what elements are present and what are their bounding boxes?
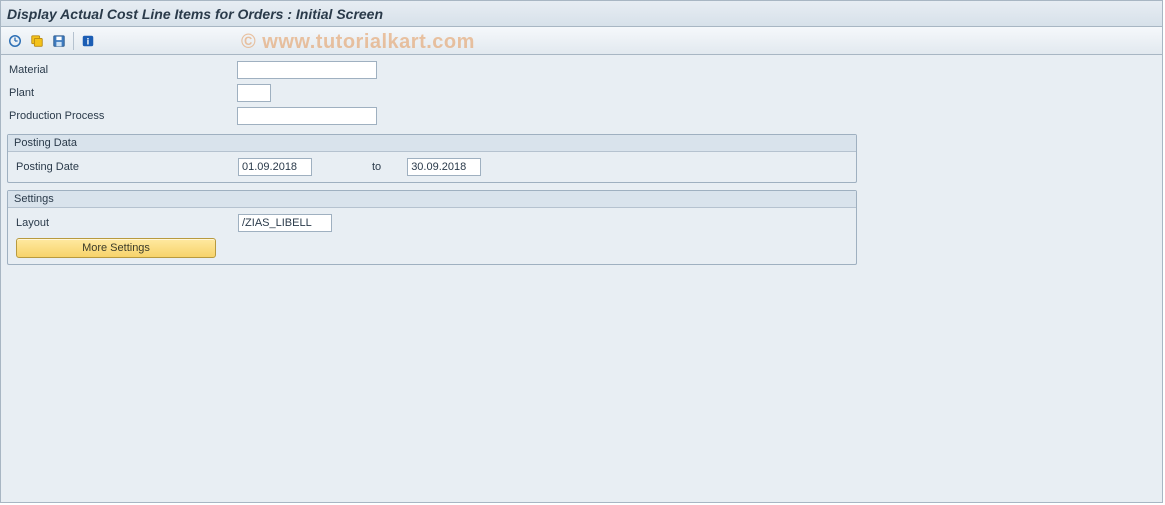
- posting-date-from-input[interactable]: [238, 158, 312, 176]
- row-process: Production Process: [7, 105, 1156, 127]
- info-icon[interactable]: i: [78, 31, 98, 51]
- material-input[interactable]: [237, 61, 377, 79]
- page-title: Display Actual Cost Line Items for Order…: [7, 6, 383, 22]
- process-label: Production Process: [7, 110, 237, 122]
- process-input[interactable]: [237, 107, 377, 125]
- posting-date-label: Posting Date: [16, 161, 238, 173]
- settings-group-title: Settings: [8, 191, 856, 208]
- to-label: to: [372, 161, 381, 173]
- layout-input[interactable]: [238, 214, 332, 232]
- execute-icon[interactable]: [5, 31, 25, 51]
- toolbar-separator: [73, 32, 74, 50]
- plant-label: Plant: [7, 87, 237, 99]
- more-settings-button[interactable]: More Settings: [16, 238, 216, 258]
- more-settings-label: More Settings: [82, 242, 150, 254]
- row-plant: Plant: [7, 82, 1156, 104]
- settings-group: Settings Layout More Settings: [7, 190, 857, 265]
- material-label: Material: [7, 64, 237, 76]
- layout-label: Layout: [16, 217, 238, 229]
- form-body: Material Plant Production Process Postin…: [1, 55, 1162, 502]
- plant-input[interactable]: [237, 84, 271, 102]
- posting-group-title: Posting Data: [8, 135, 856, 152]
- title-bar: Display Actual Cost Line Items for Order…: [1, 1, 1162, 27]
- posting-date-to-input[interactable]: [407, 158, 481, 176]
- save-icon[interactable]: [49, 31, 69, 51]
- variant-icon[interactable]: [27, 31, 47, 51]
- svg-text:i: i: [87, 36, 90, 47]
- toolbar: i: [1, 27, 1162, 55]
- posting-data-group: Posting Data Posting Date to: [7, 134, 857, 183]
- row-material: Material: [7, 59, 1156, 81]
